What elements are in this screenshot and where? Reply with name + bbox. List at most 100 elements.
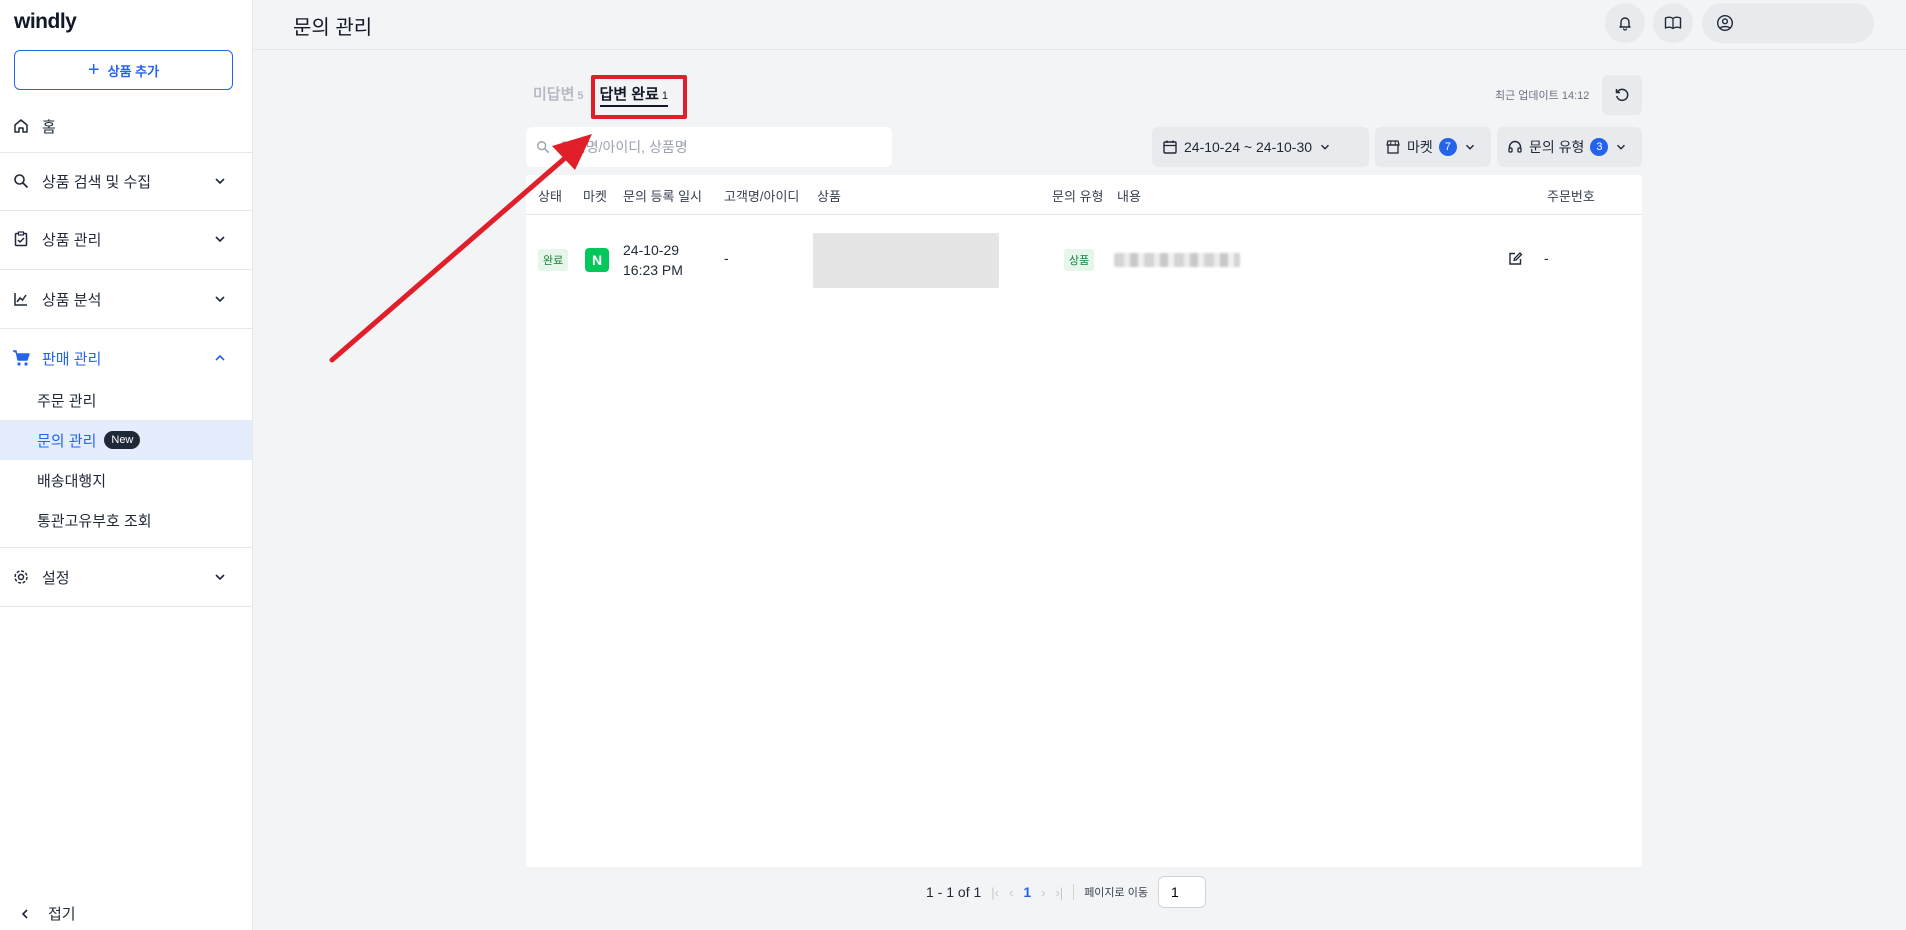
divider <box>0 210 252 211</box>
line-chart-icon <box>12 290 30 308</box>
prev-page-icon[interactable]: ‹ <box>1009 885 1013 900</box>
sidebar-group-product-analysis[interactable]: 상품 분석 <box>0 279 252 319</box>
profile-button[interactable] <box>1702 3 1874 43</box>
divider <box>0 547 252 548</box>
sidebar-item-home[interactable]: 홈 <box>0 106 252 146</box>
inquiry-type-filter[interactable]: 문의 유형 3 <box>1497 127 1642 167</box>
divider <box>1073 884 1075 900</box>
tab-unanswered[interactable]: 미답변 5 <box>533 83 584 104</box>
sidebar: windly + 상품 추가 홈 상품 검색 및 수집 상품 관리 상품 분석 <box>0 0 253 930</box>
date-line: 24-10-29 <box>623 242 680 258</box>
next-page-icon[interactable]: › <box>1041 885 1045 900</box>
column-header-content: 내용 <box>1117 189 1141 204</box>
guide-button[interactable] <box>1653 3 1693 43</box>
plus-icon: + <box>87 59 100 81</box>
column-header-product: 상품 <box>817 189 841 204</box>
sidebar-item-label: 문의 관리 <box>37 432 97 450</box>
order-number: - <box>1544 250 1549 266</box>
status-badge: 완료 <box>538 249 569 271</box>
pagination: 1 - 1 of 1 |‹ ‹ 1 › ›| 페이지로 이동 <box>926 876 1206 908</box>
tab-label: 미답변 <box>533 86 575 103</box>
inquiry-table: 상태 마켓 문의 등록 일시 고객명/아이디 상품 문의 유형 내용 주문번호 … <box>526 175 1642 867</box>
chevron-down-icon <box>1617 144 1626 150</box>
add-product-button[interactable]: + 상품 추가 <box>14 50 233 90</box>
store-icon <box>1386 140 1400 154</box>
column-header-market: 마켓 <box>583 189 607 204</box>
tab-answered[interactable]: 답변 완료 1 <box>599 83 669 107</box>
sidebar-group-product-search[interactable]: 상품 검색 및 수집 <box>0 161 252 201</box>
goto-page-input[interactable] <box>1157 876 1206 908</box>
product-thumbnail[interactable] <box>813 233 999 288</box>
calendar-icon <box>1163 140 1177 154</box>
chevron-down-icon <box>215 574 225 581</box>
page-range-text: 1 - 1 of 1 <box>926 884 982 900</box>
search-input[interactable] <box>560 139 860 155</box>
edit-icon[interactable] <box>1505 249 1525 269</box>
app-logo[interactable]: windly <box>14 10 77 34</box>
inquiry-type-count-badge: 3 <box>1590 138 1609 156</box>
naver-market-icon: N <box>585 248 609 272</box>
chevron-down-icon <box>1321 144 1330 150</box>
tab-label: 답변 완료 <box>599 86 659 103</box>
sidebar-item-inquiries[interactable]: 문의 관리 New <box>0 420 252 460</box>
sidebar-group-label: 상품 관리 <box>42 231 102 249</box>
sidebar-group-label: 판매 관리 <box>42 350 102 368</box>
sidebar-item-label: 주문 관리 <box>37 392 97 410</box>
sidebar-group-label: 상품 분석 <box>42 291 102 309</box>
add-product-label: 상품 추가 <box>107 63 160 79</box>
search-icon <box>537 141 550 154</box>
column-header-type: 문의 유형 <box>1052 189 1104 204</box>
top-bar: 문의 관리 <box>253 0 1906 50</box>
divider <box>0 328 252 329</box>
gear-icon <box>12 568 30 586</box>
chevron-down-icon <box>215 296 225 303</box>
market-filter-label: 마켓 <box>1407 139 1433 155</box>
goto-page-label: 페이지로 이동 <box>1084 887 1148 899</box>
refresh-icon <box>1615 88 1629 102</box>
tab-count: 1 <box>661 90 669 102</box>
collapse-label: 접기 <box>48 906 76 923</box>
last-page-icon[interactable]: ›| <box>1055 885 1063 900</box>
divider <box>0 152 252 153</box>
clipboard-check-icon <box>12 230 30 248</box>
divider <box>0 269 252 270</box>
collapse-sidebar-button[interactable]: 접기 <box>16 903 76 924</box>
bell-icon <box>1619 17 1631 31</box>
chevron-down-icon <box>215 236 225 243</box>
customer-name: - <box>724 250 729 266</box>
divider <box>0 606 252 607</box>
sidebar-item-orders[interactable]: 주문 관리 <box>0 380 252 420</box>
sidebar-group-sales-management[interactable]: 판매 관리 <box>0 338 252 378</box>
time-line: 16:23 PM <box>623 262 683 278</box>
last-updated-text: 최근 업데이트 14:12 <box>1495 90 1590 102</box>
inquiry-type-badge: 상품 <box>1064 249 1095 271</box>
sidebar-item-shipping-agent[interactable]: 배송대행지 <box>0 460 252 500</box>
date-range-filter[interactable]: 24-10-24 ~ 24-10-30 <box>1152 127 1369 167</box>
tab-count: 5 <box>577 90 584 102</box>
new-badge: New <box>104 431 141 449</box>
refresh-button[interactable] <box>1602 75 1642 115</box>
column-header-date: 문의 등록 일시 <box>623 189 702 204</box>
shopping-cart-icon <box>12 349 30 367</box>
headset-icon <box>1508 140 1522 153</box>
sidebar-group-settings[interactable]: 설정 <box>0 557 252 597</box>
search-bar <box>526 127 892 167</box>
sidebar-group-product-management[interactable]: 상품 관리 <box>0 219 252 259</box>
page-number-current[interactable]: 1 <box>1023 884 1031 900</box>
notification-button[interactable] <box>1605 3 1645 43</box>
chevron-up-icon <box>215 354 225 361</box>
chevron-down-icon <box>215 178 225 185</box>
registration-date: 24-10-29 16:23 PM <box>623 240 683 280</box>
column-header-order-number: 주문번호 <box>1547 189 1595 204</box>
first-page-icon[interactable]: |‹ <box>991 885 999 900</box>
sidebar-item-customs-code[interactable]: 통관고유부호 조회 <box>0 500 252 540</box>
user-circle-icon <box>1716 14 1734 32</box>
sidebar-group-label: 상품 검색 및 수집 <box>42 173 152 191</box>
market-count-badge: 7 <box>1438 138 1457 156</box>
chevron-down-icon <box>1465 144 1474 150</box>
inquiry-type-filter-label: 문의 유형 <box>1529 139 1585 155</box>
page-title: 문의 관리 <box>293 17 373 39</box>
inquiry-content-blurred[interactable] <box>1114 253 1240 267</box>
header-divider <box>526 214 1642 215</box>
market-filter[interactable]: 마켓 7 <box>1375 127 1491 167</box>
